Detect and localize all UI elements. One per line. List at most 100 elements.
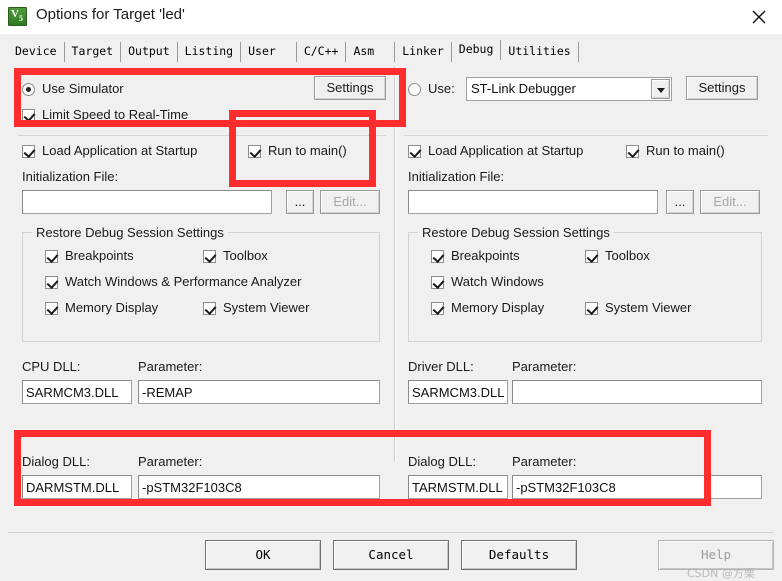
left-dialog-dll-label: Dialog DLL:: [22, 454, 90, 469]
driver-parameter-input[interactable]: [512, 380, 762, 404]
left-watch-windows-label: Watch Windows & Performance Analyzer: [65, 274, 302, 289]
cpu-parameter-input[interactable]: -REMAP: [138, 380, 380, 404]
left-dialog-dll-input[interactable]: DARMSTM.DLL: [22, 475, 132, 499]
right-run-to-main-checkbox[interactable]: [626, 145, 639, 158]
tab-utilities[interactable]: Utilities: [501, 42, 579, 62]
right-run-to-main-label: Run to main(): [646, 143, 725, 158]
left-separator: [18, 135, 386, 136]
options-dialog: V5 Options for Target 'led' Device Targe…: [0, 0, 782, 581]
left-watch-windows-checkbox[interactable]: [45, 276, 58, 289]
right-toolbox-checkbox[interactable]: [585, 250, 598, 263]
right-memory-display-label: Memory Display: [451, 300, 545, 315]
right-watch-windows-label: Watch Windows: [451, 274, 544, 289]
right-memory-display-checkbox[interactable]: [431, 302, 444, 315]
column-divider-highlight: [395, 66, 396, 462]
tab-debug[interactable]: Debug: [451, 40, 502, 60]
right-breakpoints-label: Breakpoints: [451, 248, 520, 263]
simulator-column: Use Simulator Settings Limit Speed to Re…: [14, 62, 390, 499]
simulator-settings-label: Settings: [326, 80, 374, 95]
left-toolbox-checkbox[interactable]: [203, 250, 216, 263]
cancel-button[interactable]: Cancel: [333, 540, 449, 570]
limit-speed-checkbox[interactable]: [22, 109, 35, 122]
left-dialog-parameter-label: Parameter:: [138, 454, 203, 469]
left-load-app-label: Load Application at Startup: [42, 143, 198, 158]
debugger-select-value: ST-Link Debugger: [471, 81, 576, 96]
right-dialog-dll-label: Dialog DLL:: [408, 454, 476, 469]
use-debugger-radio[interactable]: [408, 83, 421, 96]
right-dialog-dll-input[interactable]: TARMSTM.DLL: [408, 475, 508, 499]
simulator-settings-button[interactable]: Settings: [314, 76, 386, 100]
right-dialog-parameter-input[interactable]: -pSTM32F103C8: [512, 475, 762, 499]
right-init-file-input[interactable]: [408, 190, 658, 214]
left-browse-label: ...: [294, 194, 306, 209]
help-button[interactable]: Help: [658, 540, 774, 570]
dialog-footer: OK Cancel Defaults Help CSDN @方栗: [0, 532, 782, 581]
right-watch-windows-checkbox[interactable]: [431, 276, 444, 289]
limit-speed-label: Limit Speed to Real-Time: [42, 107, 189, 122]
chevron-down-icon[interactable]: [651, 79, 670, 99]
left-restore-group: Restore Debug Session Settings Breakpoin…: [22, 225, 380, 342]
right-edit-button[interactable]: Edit...: [700, 190, 760, 214]
tab-c-cpp[interactable]: C/C++: [296, 42, 347, 62]
right-system-viewer-checkbox[interactable]: [585, 302, 598, 315]
right-load-app-checkbox[interactable]: [408, 145, 421, 158]
cpu-parameter-label: Parameter:: [138, 359, 203, 374]
left-breakpoints-label: Breakpoints: [65, 248, 134, 263]
left-toolbox-label: Toolbox: [223, 248, 268, 263]
left-system-viewer-checkbox[interactable]: [203, 302, 216, 315]
debug-tab-page: Use Simulator Settings Limit Speed to Re…: [8, 62, 774, 532]
left-init-file-input[interactable]: [22, 190, 272, 214]
tab-asm[interactable]: Asm: [346, 42, 396, 62]
defaults-button[interactable]: Defaults: [461, 540, 577, 570]
left-run-to-main-checkbox[interactable]: [248, 145, 261, 158]
cpu-dll-label: CPU DLL:: [22, 359, 81, 374]
right-browse-button[interactable]: ...: [666, 190, 694, 214]
use-simulator-label: Use Simulator: [42, 81, 124, 96]
left-browse-button[interactable]: ...: [286, 190, 314, 214]
window-title: Options for Target 'led': [36, 6, 185, 23]
left-dialog-parameter-input[interactable]: -pSTM32F103C8: [138, 475, 380, 499]
tab-linker[interactable]: Linker: [395, 42, 452, 62]
left-edit-button[interactable]: Edit...: [320, 190, 380, 214]
right-restore-group: Restore Debug Session Settings Breakpoin…: [408, 225, 762, 342]
right-edit-label: Edit...: [713, 194, 747, 209]
right-dialog-parameter-label: Parameter:: [512, 454, 577, 469]
right-separator: [404, 135, 768, 136]
tab-listing[interactable]: Listing: [177, 42, 242, 62]
ok-button[interactable]: OK: [205, 540, 321, 570]
driver-dll-input[interactable]: SARMCM3.DLL: [408, 380, 508, 404]
right-breakpoints-checkbox[interactable]: [431, 250, 444, 263]
tab-user[interactable]: User: [241, 42, 297, 62]
left-breakpoints-checkbox[interactable]: [45, 250, 58, 263]
right-toolbox-label: Toolbox: [605, 248, 650, 263]
debugger-settings-label: Settings: [698, 80, 746, 95]
left-run-to-main-label: Run to main(): [268, 143, 347, 158]
left-memory-display-checkbox[interactable]: [45, 302, 58, 315]
right-init-file-label: Initialization File:: [408, 169, 505, 184]
use-simulator-radio[interactable]: [22, 83, 35, 96]
cpu-dll-input[interactable]: SARMCM3.DLL: [22, 380, 132, 404]
debugger-settings-button[interactable]: Settings: [686, 76, 758, 100]
driver-dll-label: Driver DLL:: [408, 359, 474, 374]
left-restore-group-title: Restore Debug Session Settings: [32, 225, 228, 240]
driver-parameter-label: Parameter:: [512, 359, 577, 374]
debugger-select[interactable]: ST-Link Debugger: [466, 77, 672, 101]
tab-output[interactable]: Output: [121, 42, 178, 62]
title-bar: V5 Options for Target 'led': [0, 0, 782, 34]
left-edit-label: Edit...: [333, 194, 367, 209]
keil-uvision-icon: V5: [8, 7, 27, 26]
tab-target[interactable]: Target: [64, 42, 122, 62]
debugger-column: Use: ST-Link Debugger Settings Load Appl…: [400, 62, 776, 499]
left-init-file-label: Initialization File:: [22, 169, 119, 184]
left-load-app-checkbox[interactable]: [22, 145, 35, 158]
close-icon[interactable]: [736, 0, 782, 32]
footer-divider: [8, 532, 774, 533]
left-system-viewer-label: System Viewer: [223, 300, 310, 315]
use-debugger-label: Use:: [428, 81, 455, 96]
right-restore-group-title: Restore Debug Session Settings: [418, 225, 614, 240]
right-system-viewer-label: System Viewer: [605, 300, 692, 315]
left-memory-display-label: Memory Display: [65, 300, 159, 315]
right-browse-label: ...: [674, 194, 686, 209]
tab-device[interactable]: Device: [8, 42, 65, 62]
tab-strip: Device Target Output Listing User C/C++ …: [0, 34, 782, 62]
